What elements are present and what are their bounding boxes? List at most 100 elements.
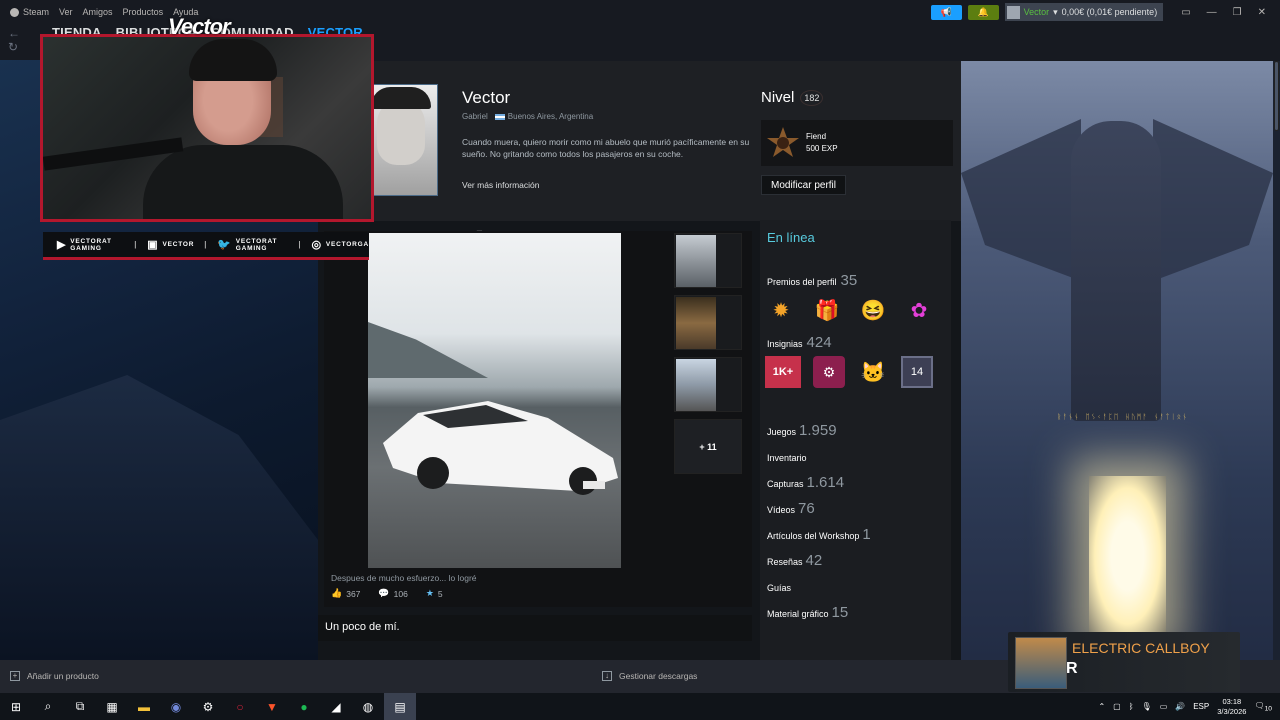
now-playing-overlay: ELECTRIC CALLBOY R — [1008, 632, 1240, 692]
close-icon[interactable]: ✕ — [1258, 7, 1266, 18]
streamer-body — [143, 145, 343, 219]
badge-14-icon[interactable]: 14 — [901, 356, 933, 388]
level-badge: 182 — [800, 89, 824, 106]
screenshot-thumbnails: + 11 — [674, 233, 744, 481]
task-view-icon[interactable]: ⧉ — [64, 693, 96, 720]
calculator-icon[interactable]: ▤ — [384, 693, 416, 720]
twitch-icon: ▣ — [147, 239, 159, 251]
stat-guides[interactable]: Guías — [767, 583, 791, 593]
account-name: Vector — [1023, 7, 1050, 17]
plus-icon: + — [10, 671, 20, 681]
obs-icon[interactable]: ◍ — [352, 693, 384, 720]
top-right-controls: 📢 🔔 Vector ▾ 0,00€ (0,01€ pendiente) ▭ —… — [930, 0, 1280, 24]
language-indicator[interactable]: ESP — [1193, 702, 1209, 711]
featured-badge[interactable]: Fiend 500 EXP — [761, 120, 953, 166]
minimize-icon[interactable]: — — [1207, 7, 1217, 18]
windows-start-icon[interactable]: ⊞ — [0, 693, 32, 720]
tray-chevron-icon[interactable]: ⌃ — [1098, 702, 1105, 711]
thumbnail-1[interactable] — [674, 233, 742, 288]
about-me-header: Un poco de mí. — [318, 615, 752, 641]
featured-screenshot[interactable] — [368, 233, 621, 568]
app-icon-2[interactable]: ◢ — [320, 693, 352, 720]
more-info-link[interactable]: Ver más información — [462, 180, 539, 190]
badge-1k-icon[interactable]: 1K+ — [765, 356, 801, 388]
badges-link[interactable]: Insignias 424 — [767, 334, 832, 351]
manage-downloads-button[interactable]: ↓ Gestionar descargas — [602, 671, 697, 681]
thumbnail-3[interactable] — [674, 357, 742, 412]
award-gift-icon[interactable]: 🎁 — [811, 294, 843, 326]
award-laugh-icon[interactable]: 😆 — [857, 294, 889, 326]
profile-realname-location: Gabriel Buenos Aires, Argentina — [462, 112, 594, 121]
profile-summary: Cuando muera, quiero morir como mi abuel… — [462, 137, 750, 159]
speaker-icon[interactable]: 🔊 — [1175, 702, 1185, 711]
wallet-balance: 0,00€ (0,01€ pendiente) — [1061, 7, 1158, 17]
fiend-badge-icon — [767, 127, 799, 157]
comment-icon: 💬 — [378, 588, 390, 598]
menu-productos[interactable]: Productos — [123, 7, 164, 17]
awards-stat[interactable]: ★ 5 — [426, 588, 443, 599]
profile-awards-link[interactable]: Premios del perfil 35 — [767, 272, 857, 289]
battery-icon[interactable]: ▭ — [1160, 702, 1168, 711]
spotify-icon[interactable]: ● — [288, 693, 320, 720]
steam-taskbar-icon[interactable]: ⚙ — [192, 693, 224, 720]
more-screenshots-button[interactable]: + 11 — [674, 419, 742, 474]
argentina-flag-icon — [494, 113, 505, 120]
add-product-button[interactable]: + Añadir un producto — [10, 671, 99, 681]
now-playing-title: R — [1066, 660, 1078, 677]
notifications-button[interactable]: 🔔 — [967, 4, 999, 20]
statue-figure — [1071, 121, 1161, 421]
award-flower-icon[interactable]: ✿ — [903, 294, 935, 326]
social-twitter: 🐦 VECTORAT GAMING — [217, 237, 278, 252]
stat-reviews[interactable]: Reseñas 42 — [767, 552, 822, 569]
instagram-icon: ◎ — [311, 239, 322, 251]
stat-screenshots[interactable]: Capturas 1.614 — [767, 474, 844, 491]
profile-page: Vector▼ GabrielBuenos Aires, Argentina C… — [318, 61, 961, 660]
file-explorer-icon[interactable]: ▬ — [128, 693, 160, 720]
likes-stat[interactable]: 👍 367 — [331, 588, 360, 599]
social-youtube: ▶ VECTORAT GAMING — [57, 237, 112, 252]
announcements-button[interactable]: 📢 — [930, 4, 962, 20]
search-icon[interactable]: ⌕ — [32, 693, 64, 720]
thumbnail-2[interactable] — [674, 295, 742, 350]
clock[interactable]: 03:18 3/3/2026 — [1217, 697, 1246, 717]
account-menu[interactable]: Vector ▾ 0,00€ (0,01€ pendiente) — [1004, 3, 1164, 21]
online-status: En línea — [767, 230, 815, 245]
comments-stat[interactable]: 💬 106 — [378, 588, 407, 599]
stat-artwork[interactable]: Material gráfico 15 — [767, 604, 848, 621]
profile-background-right: ᚱᚨᚾᚾ ᛖᛊᚲᚨᛈᛖ ᚺᚢᛗᚨ ᚾᚨᛏᛁᛟᚾ — [961, 61, 1273, 660]
badge-xp: 500 EXP — [806, 144, 838, 153]
badge-steam-2025-icon[interactable]: ⚙ — [813, 356, 845, 388]
bluetooth-icon[interactable]: ᛒ — [1129, 702, 1134, 711]
stat-games[interactable]: Juegos 1.959 — [767, 422, 837, 439]
youtube-icon: ▶ — [57, 239, 67, 251]
mic-icon[interactable]: 🎙 — [1142, 702, 1152, 711]
badge-cat-icon[interactable]: 🐱 — [857, 356, 889, 388]
stat-inventory[interactable]: Inventario — [767, 453, 807, 463]
screenshot-caption: Despues de mucho esfuerzo... lo logré — [331, 573, 477, 583]
stat-workshop[interactable]: Artículos del Workshop 1 — [767, 526, 871, 543]
notification-icon[interactable]: 🗨10 — [1254, 701, 1272, 713]
refresh-icon[interactable]: ↻ — [8, 40, 20, 54]
menu-steam[interactable]: Steam — [10, 7, 49, 17]
edit-profile-button[interactable]: Modificar perfil — [761, 175, 846, 195]
stat-videos[interactable]: Vídeos 76 — [767, 500, 815, 517]
award-icon: ★ — [425, 588, 434, 598]
maximize-icon[interactable]: ❐ — [1233, 7, 1242, 18]
scrollbar-thumb[interactable] — [1274, 61, 1279, 131]
steam-logo-icon — [10, 7, 19, 17]
page-scrollbar[interactable] — [1273, 61, 1280, 660]
app-icon-1[interactable]: ▦ — [96, 693, 128, 720]
menu-ver[interactable]: Ver — [59, 7, 73, 17]
tray-app-icon[interactable]: ▢ — [1113, 702, 1121, 711]
profile-avatar[interactable] — [370, 84, 438, 196]
brave-icon[interactable]: ▼ — [256, 693, 288, 720]
discord-icon[interactable]: ◉ — [160, 693, 192, 720]
award-sunburst-icon[interactable]: ✹ — [765, 294, 797, 326]
back-arrow-icon[interactable]: ← — [8, 26, 20, 40]
big-picture-icon[interactable]: ▭ — [1181, 7, 1190, 18]
profile-name[interactable]: Vector▼ — [462, 88, 510, 238]
opera-icon[interactable]: ○ — [224, 693, 256, 720]
menu-amigos[interactable]: Amigos — [83, 7, 113, 17]
profile-header: Vector▼ GabrielBuenos Aires, Argentina C… — [318, 61, 961, 238]
stream-logo: Vector — [168, 14, 231, 39]
